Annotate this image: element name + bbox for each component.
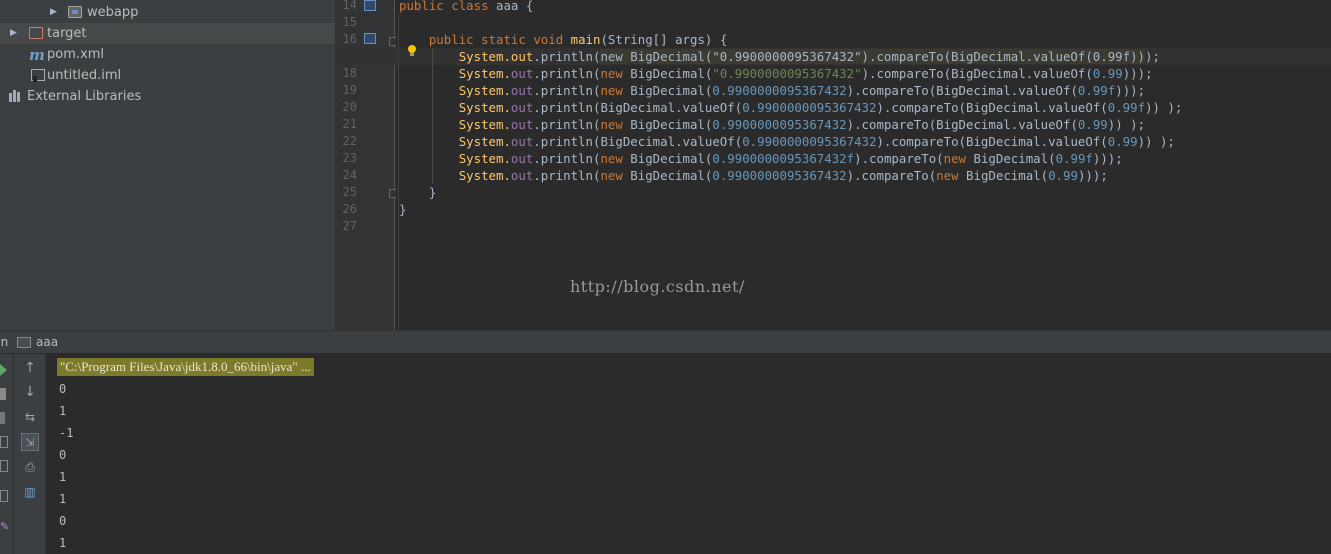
code-line-22: System.out.println(BigDecimal.valueOf(0.… <box>458 134 1175 149</box>
run-toolbar-primary: ✎ <box>0 354 14 554</box>
tree-item-external-libraries[interactable]: External Libraries <box>0 86 335 107</box>
soft-wrap-icon[interactable]: ⇆ <box>21 408 39 426</box>
console-output-line: 0 <box>59 382 67 396</box>
line-number: 16 <box>342 32 357 46</box>
pin-icon[interactable]: ✎ <box>0 520 9 533</box>
code-line-21: System.out.println(new BigDecimal(0.9900… <box>458 117 1146 132</box>
trash-icon[interactable]: ▥ <box>21 483 39 501</box>
console-output-line: 1 <box>59 492 67 506</box>
folder-icon <box>68 6 82 18</box>
libraries-icon <box>9 90 23 102</box>
line-number: 19 <box>342 83 357 97</box>
dump-threads-icon[interactable] <box>0 436 8 448</box>
run-class-icon[interactable] <box>364 0 376 11</box>
expand-arrow-icon[interactable]: ▶ <box>10 23 17 44</box>
run-method-icon[interactable] <box>364 33 376 44</box>
line-number: 15 <box>342 15 357 29</box>
console-output-line: 0 <box>59 514 67 528</box>
excluded-folder-icon <box>29 27 43 39</box>
code-line-24: System.out.println(new BigDecimal(0.9900… <box>458 168 1108 183</box>
down-arrow-icon[interactable]: ↓ <box>21 383 39 401</box>
console-output-line: 1 <box>59 404 67 418</box>
code-line-25: } <box>428 185 437 200</box>
run-label: un <box>0 335 9 349</box>
code-line-18: System.out.println(new BigDecimal("0.990… <box>458 66 1153 81</box>
line-number: 22 <box>342 134 357 148</box>
line-number: 27 <box>342 219 357 233</box>
code-line-26: } <box>399 202 407 217</box>
code-line-19: System.out.println(new BigDecimal(0.9900… <box>458 83 1146 98</box>
settings-icon[interactable] <box>0 460 8 472</box>
tree-item-pom[interactable]: m pom.xml <box>0 44 335 65</box>
console-output-line: 0 <box>59 448 67 462</box>
stop-icon[interactable] <box>0 388 6 400</box>
run-config-icon <box>17 337 31 348</box>
watermark: http://blog.csdn.net/ <box>570 277 745 296</box>
scroll-to-end-icon[interactable]: ⇲ <box>21 433 39 451</box>
tree-item-label: pom.xml <box>47 47 104 62</box>
line-number: 24 <box>342 168 357 182</box>
run-tool-window-header: un aaa <box>0 330 1331 354</box>
code-line-14: public class aaa { <box>399 0 534 13</box>
maven-icon: m <box>29 46 45 64</box>
command-line: "C:\Program Files\Java\jdk1.8.0_66\bin\j… <box>57 358 314 376</box>
code-line-20: System.out.println(BigDecimal.valueOf(0.… <box>458 100 1183 115</box>
project-tool-window: ▶ webapp ▶ target m pom.xml untitled.iml… <box>0 0 335 330</box>
line-number: 20 <box>342 100 357 114</box>
code-line-16: public static void main(String[] args) { <box>428 32 728 47</box>
console-output-line: 1 <box>59 536 67 550</box>
line-number: 25 <box>342 185 357 199</box>
layout-icon[interactable] <box>0 490 8 502</box>
tree-item-label: untitled.iml <box>47 68 122 83</box>
run-toolbar-secondary: ↑ ↓ ⇆ ⇲ ⎙ ▥ <box>14 354 46 554</box>
line-number: 26 <box>342 202 357 216</box>
tree-item-label: webapp <box>87 5 139 20</box>
up-arrow-icon[interactable]: ↑ <box>21 359 39 377</box>
line-number: 23 <box>342 151 357 165</box>
run-console[interactable]: "C:\Program Files\Java\jdk1.8.0_66\bin\j… <box>46 354 1331 554</box>
print-icon[interactable]: ⎙ <box>21 458 39 476</box>
rerun-icon[interactable] <box>0 364 7 376</box>
expand-arrow-icon[interactable]: ▶ <box>50 2 57 23</box>
tree-item-label: target <box>47 26 87 41</box>
code-editor[interactable]: public class aaa { public static void ma… <box>335 0 1331 330</box>
line-number: 18 <box>342 66 357 80</box>
module-file-icon <box>31 69 45 82</box>
tree-item-webapp[interactable]: ▶ webapp <box>0 2 335 23</box>
line-number: 14 <box>342 0 357 12</box>
console-output-line: -1 <box>59 426 74 440</box>
tree-item-label: External Libraries <box>27 89 142 104</box>
tree-item-target[interactable]: ▶ target <box>0 23 335 44</box>
line-number: 21 <box>342 117 357 131</box>
tree-item-iml[interactable]: untitled.iml <box>0 65 335 86</box>
pause-icon[interactable] <box>0 412 5 424</box>
console-output-line: 1 <box>59 470 67 484</box>
code-line-17: System.out.println(new BigDecimal("0.990… <box>458 49 1160 64</box>
run-tab-aaa[interactable]: aaa <box>36 331 58 353</box>
code-line-23: System.out.println(new BigDecimal(0.9900… <box>458 151 1123 166</box>
